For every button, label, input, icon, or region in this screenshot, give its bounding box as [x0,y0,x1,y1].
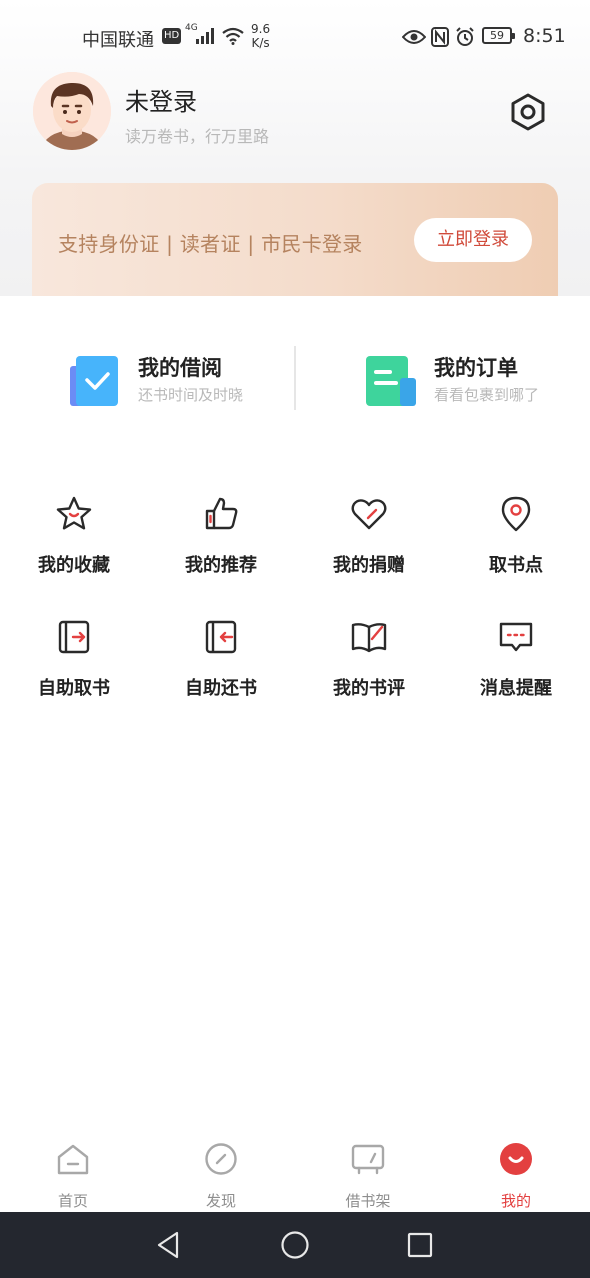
tab-mine[interactable]: 我的 [466,1140,566,1210]
login-banner: 支持身份证 | 读者证 | 市民卡登录 立即登录 [32,183,558,296]
signal-icon [196,28,214,44]
bookshelf-icon [351,1144,385,1175]
login-status[interactable]: 未登录 [125,82,197,117]
quick-link-subtitle: 还书时间及时晓 [138,386,244,404]
home-icon [57,1144,89,1175]
grid-item-recommend[interactable]: 我的推荐 [151,494,291,594]
grid-item-book-review[interactable]: 我的书评 [299,617,439,717]
book-review-icon [351,623,387,653]
quick-link-title: 我的订单 [434,356,518,380]
tab-label: 我的 [500,1192,531,1210]
my-orders-link[interactable]: 我的订单 看看包裹到哪了 [364,348,574,412]
back-icon[interactable] [154,1230,184,1260]
main-card: 我的借阅 还书时间及时晓 我的订单 看看包裹到哪了 我的收藏 我的推荐 我的捐赠… [0,296,590,1212]
avatar[interactable] [33,72,111,150]
speed-value: 9.6 [251,22,271,36]
hd-badge: HD [162,28,182,44]
location-pin-icon [501,496,531,532]
grid-item-donation[interactable]: 我的捐赠 [299,494,439,594]
alarm-icon [456,27,474,46]
grid-item-label: 我的捐赠 [333,555,405,576]
tab-bookshelf[interactable]: 借书架 [318,1140,418,1210]
avatar-illustration [33,72,111,150]
speed-unit: K/s [251,36,270,50]
status-bar: 中国联通 HD 4G 9.6 K/s 59 8:51 [0,0,590,72]
battery-indicator: 59 [482,27,515,44]
tab-label: 首页 [57,1192,88,1210]
nfc-icon [431,27,449,47]
self-pickup-icon [58,620,90,654]
star-icon [56,496,92,530]
message-icon [499,622,533,652]
grid-item-favorites[interactable]: 我的收藏 [4,494,144,594]
recent-apps-icon[interactable] [405,1230,435,1260]
tab-discover[interactable]: 发现 [171,1140,271,1210]
compass-icon [205,1143,237,1175]
self-return-icon [205,620,237,654]
tab-label: 发现 [205,1192,236,1210]
wifi-icon [222,27,244,45]
grid-item-pickup-point[interactable]: 取书点 [446,494,586,594]
heart-icon [351,499,387,530]
grid-item-label: 我的收藏 [38,555,110,576]
grid-item-label: 消息提醒 [480,678,552,699]
profile-motto: 读万卷书，行万里路 [125,127,270,146]
grid-item-messages[interactable]: 消息提醒 [446,617,586,717]
grid-item-self-return[interactable]: 自助还书 [151,617,291,717]
eye-icon [402,30,426,44]
thumbs-up-icon [205,497,238,530]
banner-text: 支持身份证 | 读者证 | 市民卡登录 [58,232,363,256]
bottom-tab-bar: 首页 发现 借书架 我的 [0,1130,590,1212]
quick-link-subtitle: 看看包裹到哪了 [434,386,540,404]
grid-item-label: 我的推荐 [185,555,257,576]
clock: 8:51 [523,25,566,47]
grid-item-label: 取书点 [489,555,543,576]
tab-label: 借书架 [345,1192,391,1210]
carrier-name: 中国联通 [82,30,154,51]
home-circle-icon[interactable] [280,1230,310,1260]
quick-link-title: 我的借阅 [138,356,222,380]
login-button[interactable]: 立即登录 [414,218,532,262]
borrowing-icon [70,356,118,406]
tab-home[interactable]: 首页 [23,1140,123,1210]
quick-links-divider [294,346,296,410]
grid-item-label: 自助还书 [185,678,257,699]
profile-icon [500,1143,532,1175]
orders-icon [366,356,416,406]
my-borrowing-link[interactable]: 我的借阅 还书时间及时晓 [68,348,278,412]
grid-item-label: 自助取书 [38,678,110,699]
grid-item-label: 我的书评 [333,678,405,699]
network-speed: 9.6 K/s [251,22,270,50]
grid-item-self-pickup[interactable]: 自助取书 [4,617,144,717]
system-navigation-bar [0,1212,590,1278]
settings-icon[interactable] [508,92,548,132]
